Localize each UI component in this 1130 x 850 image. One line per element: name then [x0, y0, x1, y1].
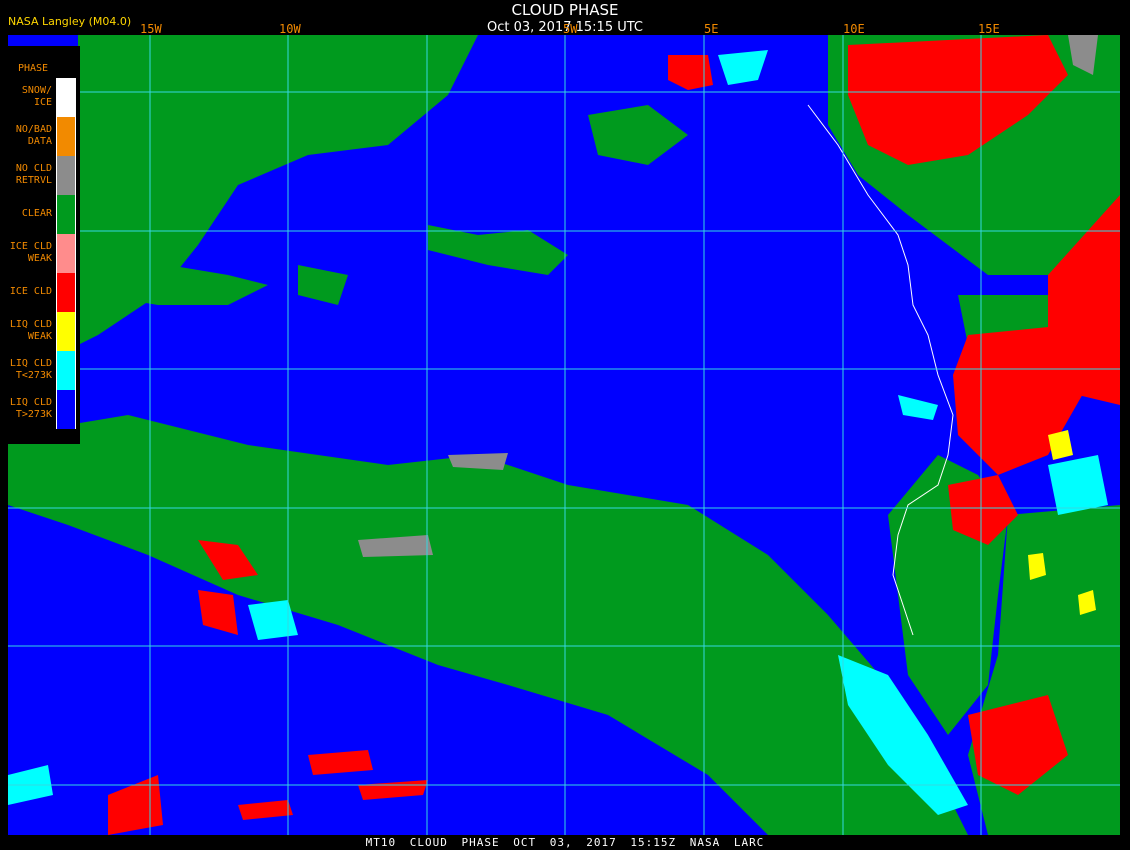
- credit: NASA Langley (M04.0): [8, 15, 132, 28]
- legend-title: PHASE: [17, 63, 49, 74]
- legend-label: LIQ CLD T>273K: [9, 397, 52, 420]
- legend-label: LIQ CLD T<273K: [9, 358, 52, 381]
- legend-label: SNOW/ ICE: [21, 85, 52, 108]
- legend-item: ICE CLD WEAK: [8, 234, 80, 273]
- lon-label-5w: 5W: [563, 22, 578, 36]
- lon-label-5e: 5E: [704, 22, 719, 36]
- legend-item: NO/BAD DATA: [8, 117, 80, 156]
- legend-label: NO CLD RETRVL: [15, 163, 52, 186]
- legend-item: LIQ CLD T<273K: [8, 351, 80, 390]
- legend-swatch: [56, 117, 76, 156]
- legend-swatch: [56, 351, 76, 390]
- phase-legend: PHASE SNOW/ ICE NO/BAD DATA NO CLD RETRVL C…: [8, 46, 80, 444]
- legend-label: NO/BAD DATA: [15, 124, 52, 147]
- cloud-phase-map: [8, 35, 1120, 835]
- legend-swatch: [56, 78, 76, 117]
- legend-item: ICE CLD: [8, 273, 80, 312]
- legend-label: CLEAR: [21, 208, 52, 219]
- footer-caption: MT10 CLOUD PHASE OCT 03, 2017 15:15Z NAS…: [365, 836, 765, 849]
- legend-swatch: [56, 312, 76, 351]
- lon-label-10e: 10E: [843, 22, 865, 36]
- legend-swatch: [56, 390, 76, 429]
- legend-item: LIQ CLD T>273K: [8, 390, 80, 429]
- lon-label-10w: 10W: [279, 22, 301, 36]
- lon-label-15e: 15E: [978, 22, 1000, 36]
- legend-swatch: [56, 234, 76, 273]
- legend-label: ICE CLD WEAK: [9, 241, 52, 264]
- lon-label-15w: 15W: [140, 22, 162, 36]
- legend-item: NO CLD RETRVL: [8, 156, 80, 195]
- legend-item: CLEAR: [8, 195, 80, 234]
- legend-label: ICE CLD: [9, 286, 52, 297]
- title: CLOUD PHASE: [511, 1, 619, 19]
- legend-swatch: [56, 195, 76, 234]
- legend-label: LIQ CLD WEAK: [9, 319, 52, 342]
- legend-item: SNOW/ ICE: [8, 78, 80, 117]
- legend-item: LIQ CLD WEAK: [8, 312, 80, 351]
- legend-swatch: [56, 273, 76, 312]
- legend-swatch: [56, 156, 76, 195]
